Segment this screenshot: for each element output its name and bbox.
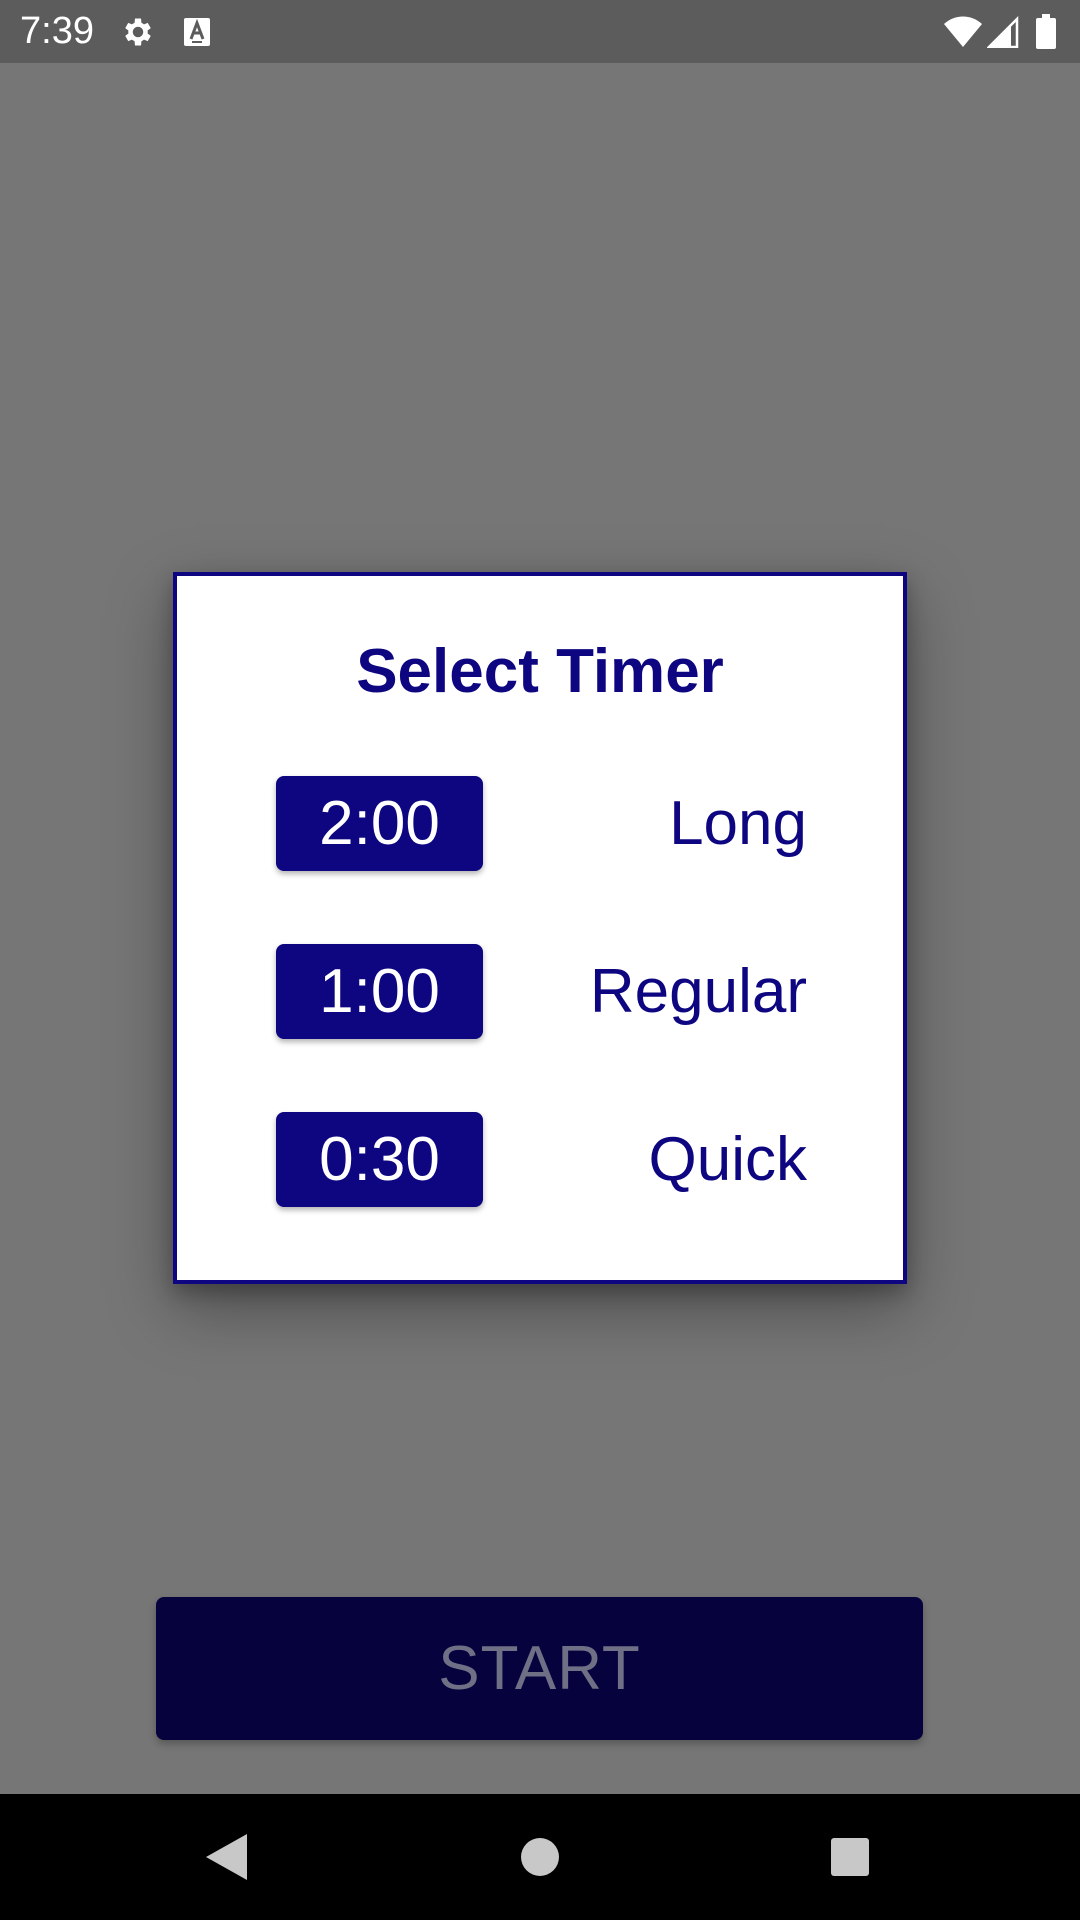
recents-icon[interactable] bbox=[800, 1794, 900, 1920]
a-icon bbox=[183, 0, 211, 63]
start-button[interactable]: START bbox=[156, 1597, 923, 1740]
status-time: 7:39 bbox=[20, 10, 94, 52]
timer-quick-button[interactable]: 0:30 bbox=[276, 1112, 483, 1207]
timer-long-label: Long bbox=[669, 789, 807, 858]
timer-long-button[interactable]: 2:00 bbox=[276, 776, 483, 871]
home-icon[interactable] bbox=[490, 1794, 590, 1920]
battery-icon bbox=[1035, 0, 1057, 63]
signal-icon bbox=[987, 0, 1019, 63]
screen: 7:39 START Select Timer 2:00 Long 1:00 R… bbox=[0, 0, 1080, 1920]
select-timer-dialog: Select Timer 2:00 Long 1:00 Regular 0:30… bbox=[173, 572, 907, 1284]
timer-quick-label: Quick bbox=[648, 1125, 807, 1194]
navigation-bar bbox=[0, 1794, 1080, 1920]
dialog-title: Select Timer bbox=[356, 637, 724, 706]
timer-regular-button[interactable]: 1:00 bbox=[276, 944, 483, 1039]
wifi-icon bbox=[943, 0, 983, 63]
back-icon[interactable] bbox=[176, 1794, 276, 1920]
status-bar: 7:39 bbox=[0, 0, 1080, 63]
timer-regular-label: Regular bbox=[589, 957, 807, 1026]
settings-icon bbox=[120, 0, 156, 63]
